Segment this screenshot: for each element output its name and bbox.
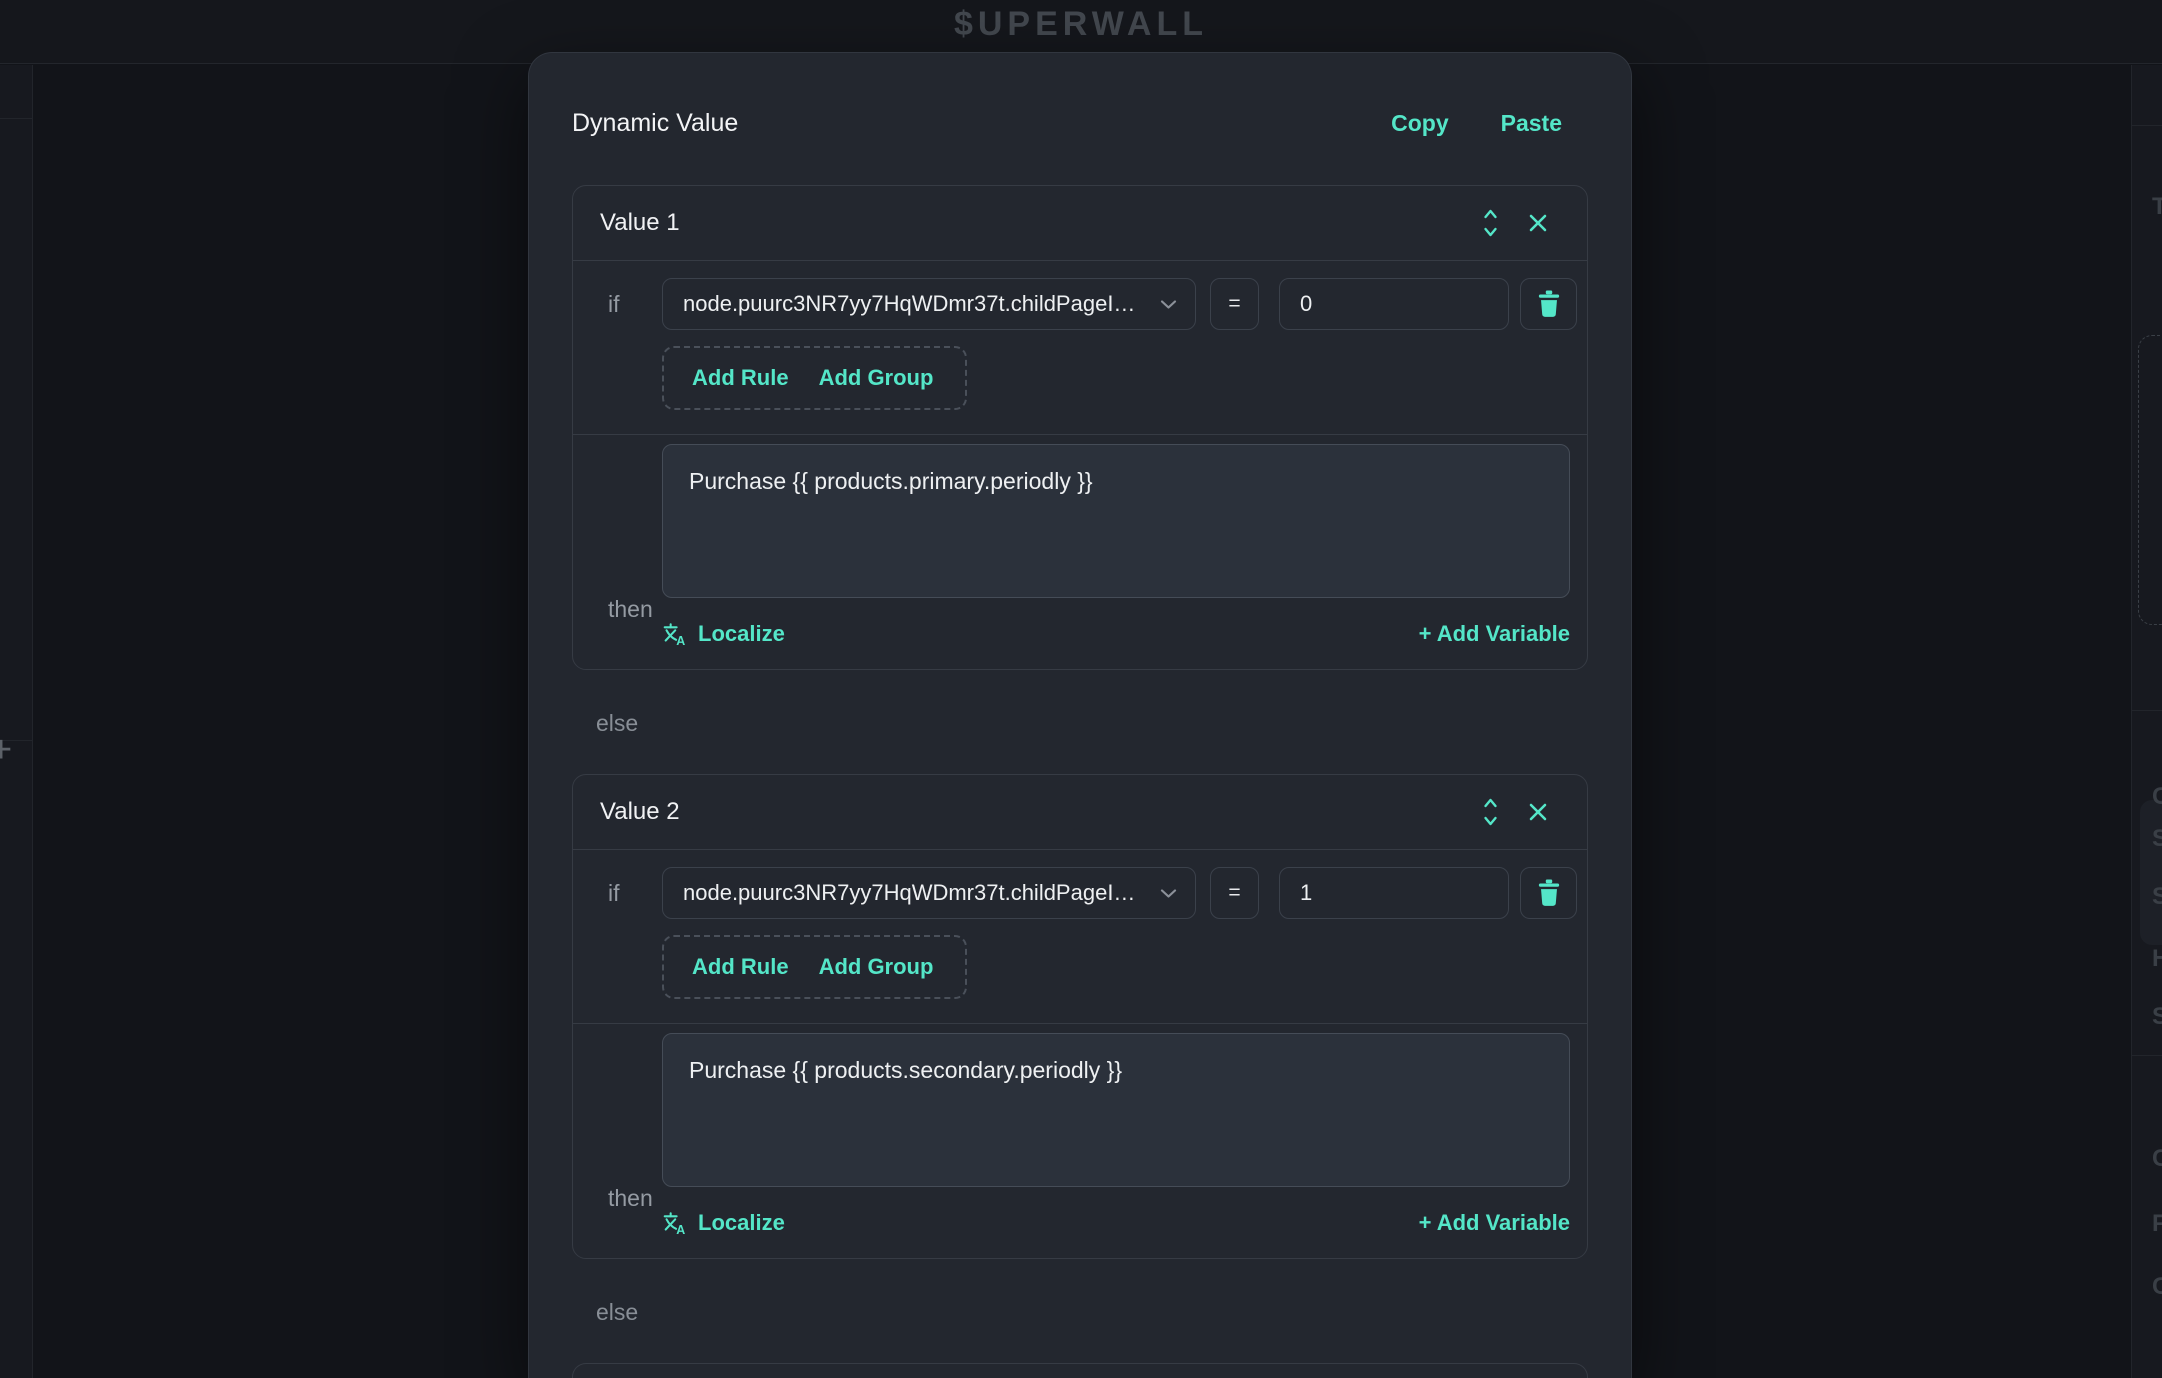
clipped-label-fragment: C [2152,1273,2162,1301]
trash-icon [1536,290,1562,318]
then-label: then [608,1185,653,1212]
translate-icon: A [662,621,688,647]
clipped-label-fragment: T [2152,193,2162,221]
operator-button[interactable]: = [1210,278,1259,330]
close-icon [1527,801,1549,823]
add-variable-button[interactable]: + Add Variable [1419,621,1570,647]
if-section: if node.puurc3NR7yy7HqWDmr37t.childPageI… [573,261,1587,434]
trash-icon [1536,879,1562,907]
value-card-header: Value 1 [573,186,1587,261]
clipped-dropzone [2138,335,2162,625]
localize-row: A Localize + Add Variable [662,1207,1570,1238]
superwall-logo: $UPERWALL [954,5,1208,44]
divider [0,118,32,119]
add-rule-button[interactable]: Add Rule [692,365,789,391]
clipped-label-fragment: F [2152,1210,2162,1238]
value-card-1: Value 1 [572,185,1588,670]
modal-title: Dynamic Value [572,109,738,138]
divider [2132,125,2162,126]
add-group-button[interactable]: Add Group [819,954,934,980]
dynamic-value-modal: Dynamic Value Copy Paste Value 1 [528,52,1632,1378]
delete-rule-button[interactable] [1520,867,1577,919]
chevrons-up-down-icon [1482,796,1499,828]
then-value-textarea[interactable]: Purchase {{ products.secondary.periodly … [662,1033,1570,1187]
add-group-button[interactable]: Add Group [819,365,934,391]
close-icon [1527,212,1549,234]
value-card-header: Value 2 [573,775,1587,850]
add-rule-button[interactable]: Add Rule [692,954,789,980]
clipped-label-fragment: H [2152,945,2162,973]
clipped-label-fragment: C [2152,1145,2162,1173]
close-button[interactable] [1527,212,1549,234]
then-section: then Purchase {{ products.primary.period… [573,434,1587,669]
condition-field-select[interactable]: node.puurc3NR7yy7HqWDmr37t.childPageI… [662,278,1196,330]
value-card-3-clipped [572,1363,1588,1378]
condition-value-input[interactable] [1279,867,1509,919]
close-button[interactable] [1527,801,1549,823]
clipped-panel-card [2140,800,2162,945]
if-section: if node.puurc3NR7yy7HqWDmr37t.childPageI… [573,850,1587,1023]
chevron-down-icon [1160,299,1177,310]
condition-field-value: node.puurc3NR7yy7HqWDmr37t.childPageI… [683,291,1148,317]
copy-button[interactable]: Copy [1391,110,1449,137]
condition-field-value: node.puurc3NR7yy7HqWDmr37t.childPageI… [683,880,1148,906]
divider [2132,1055,2162,1056]
clipped-label-fragment: S [2152,1003,2162,1031]
value-card-title: Value 2 [600,798,1454,826]
localize-button[interactable]: A Localize [662,1210,785,1236]
if-row: if node.puurc3NR7yy7HqWDmr37t.childPageI… [597,278,1577,330]
else-label: else [596,1299,1588,1325]
clipped-label-fragment: S [2152,825,2162,853]
svg-text:A: A [676,633,685,646]
translate-icon: A [662,1210,688,1236]
add-variable-button[interactable]: + Add Variable [1419,1210,1570,1236]
localize-label: Localize [698,621,785,647]
if-row: if node.puurc3NR7yy7HqWDmr37t.childPageI… [597,867,1577,919]
reorder-button[interactable] [1482,796,1499,828]
localize-row: A Localize + Add Variable [662,618,1570,649]
chevrons-up-down-icon [1482,207,1499,239]
right-rail: T C S S H S C F C [2131,65,2162,1378]
condition-value-input[interactable] [1279,278,1509,330]
else-label: else [596,710,1588,736]
localize-button[interactable]: A Localize [662,621,785,647]
if-label: if [608,291,638,318]
clipped-label-fragment: S [2152,883,2162,911]
clipped-label-fragment: C [2152,783,2162,811]
then-section: then Purchase {{ products.secondary.peri… [573,1023,1587,1258]
modal-header: Dynamic Value Copy Paste [572,99,1588,147]
reorder-button[interactable] [1482,207,1499,239]
delete-rule-button[interactable] [1520,278,1577,330]
value-card-2: Value 2 [572,774,1588,1259]
then-value-textarea[interactable]: Purchase {{ products.primary.periodly }} [662,444,1570,598]
divider [2132,710,2162,711]
if-label: if [608,880,638,907]
add-rule-group-box: Add Rule Add Group [662,346,967,410]
operator-button[interactable]: = [1210,867,1259,919]
add-rule-group-box: Add Rule Add Group [662,935,967,999]
localize-label: Localize [698,1210,785,1236]
condition-field-select[interactable]: node.puurc3NR7yy7HqWDmr37t.childPageI… [662,867,1196,919]
add-node-button[interactable]: + [0,731,12,769]
screen: $UPERWALL + T C S S H S C F C Dynamic Va… [0,0,2162,1378]
value-card-title: Value 1 [600,209,1454,237]
left-rail: + [0,65,33,1378]
then-label: then [608,596,653,623]
svg-text:A: A [676,1222,685,1235]
modal-actions: Copy Paste [1391,110,1562,137]
chevron-down-icon [1160,888,1177,899]
paste-button[interactable]: Paste [1501,110,1562,137]
